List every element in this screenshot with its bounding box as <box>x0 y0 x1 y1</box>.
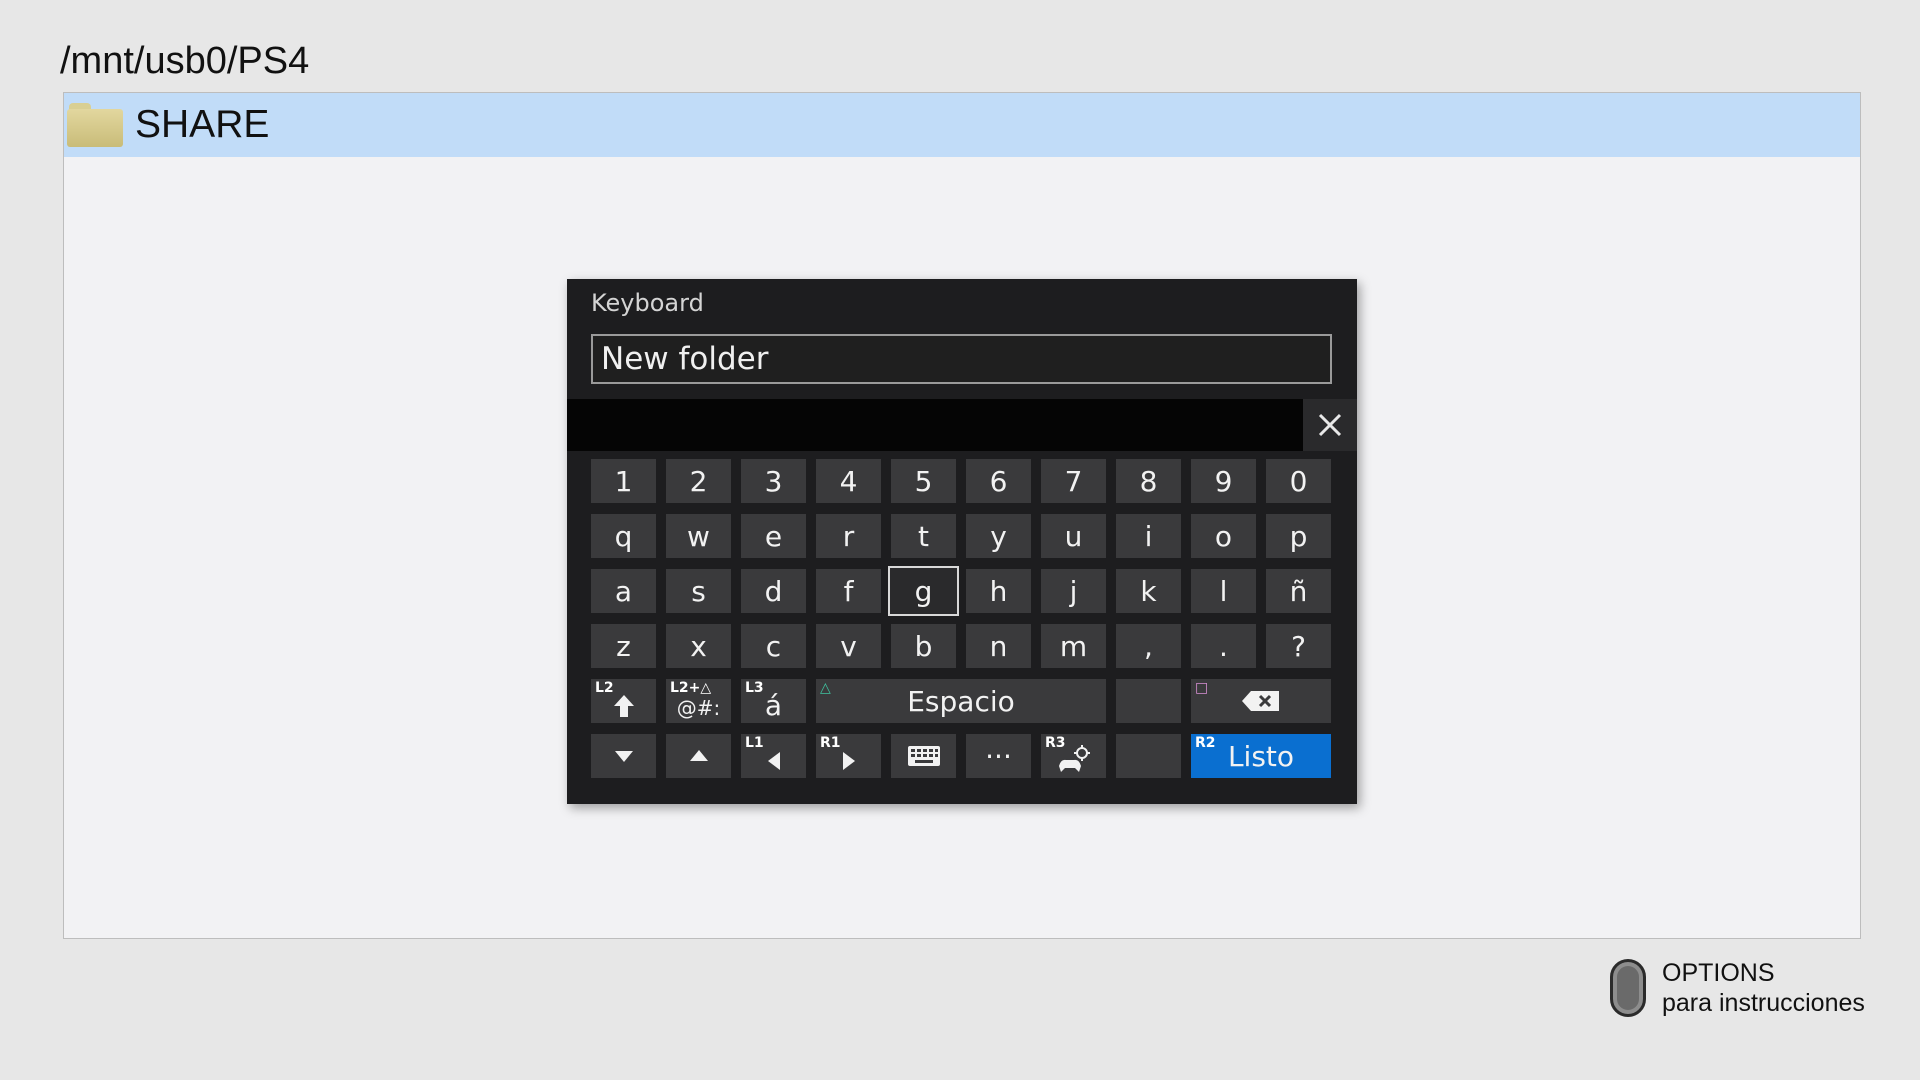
key-0-0[interactable]: 1 <box>591 459 656 503</box>
done-key[interactable]: R2 Listo <box>1191 734 1331 778</box>
key-2-1[interactable]: s <box>666 569 731 613</box>
folder-icon <box>67 103 123 147</box>
key-1-5[interactable]: y <box>966 514 1031 558</box>
suggestion-bar <box>567 399 1303 451</box>
close-button[interactable] <box>1303 399 1357 451</box>
key-3-5[interactable]: n <box>966 624 1031 668</box>
key-3-1[interactable]: x <box>666 624 731 668</box>
accent-key[interactable]: L3 á <box>741 679 806 723</box>
options-button-icon <box>1610 959 1646 1017</box>
cursor-right-key[interactable]: R1 <box>816 734 881 778</box>
key-0-5[interactable]: 6 <box>966 459 1031 503</box>
key-2-7[interactable]: k <box>1116 569 1181 613</box>
key-1-0[interactable]: q <box>591 514 656 558</box>
shift-badge: L2 <box>595 680 614 696</box>
keyboard-icon <box>907 746 940 766</box>
key-1-8[interactable]: o <box>1191 514 1256 558</box>
shift-icon <box>613 695 634 717</box>
key-1-1[interactable]: w <box>666 514 731 558</box>
pointer-badge: R3 <box>1045 735 1066 751</box>
file-name: SHARE <box>135 103 270 146</box>
triangle-icon: △ <box>820 680 831 696</box>
key-0-2[interactable]: 3 <box>741 459 806 503</box>
key-0-7[interactable]: 8 <box>1116 459 1181 503</box>
more-icon: ··· <box>985 739 1012 773</box>
backspace-icon <box>1242 691 1279 711</box>
arrow-up-icon <box>689 750 708 761</box>
arrow-up-key[interactable] <box>666 734 731 778</box>
more-key[interactable]: ··· <box>966 734 1031 778</box>
key-3-2[interactable]: c <box>741 624 806 668</box>
key-1-2[interactable]: e <box>741 514 806 558</box>
key-2-3[interactable]: f <box>816 569 881 613</box>
accent-label: á <box>764 688 783 722</box>
done-badge: R2 <box>1195 735 1216 751</box>
key-3-9[interactable]: ? <box>1266 624 1331 668</box>
keyboard-title: Keyboard <box>591 289 704 317</box>
key-3-8[interactable]: . <box>1191 624 1256 668</box>
blank-key-2[interactable] <box>1116 734 1181 778</box>
symbols-badge: L2+△ <box>670 680 712 696</box>
square-icon: □ <box>1195 680 1209 696</box>
current-path: /mnt/usb0/PS4 <box>60 40 310 82</box>
key-1-4[interactable]: t <box>891 514 956 558</box>
space-key[interactable]: △ Espacio <box>816 679 1106 723</box>
key-2-5[interactable]: h <box>966 569 1031 613</box>
symbols-key[interactable]: L2+△ @#: <box>666 679 731 723</box>
backspace-key[interactable]: □ <box>1191 679 1331 723</box>
key-0-4[interactable]: 5 <box>891 459 956 503</box>
key-3-4[interactable]: b <box>891 624 956 668</box>
options-line1: OPTIONS <box>1662 959 1775 987</box>
cursor-right-badge: R1 <box>820 735 841 751</box>
key-3-3[interactable]: v <box>816 624 881 668</box>
key-2-0[interactable]: a <box>591 569 656 613</box>
onscreen-keyboard: Keyboard L2 L2+△ @#: L3 á △ Espacio □ <box>567 279 1357 804</box>
key-0-3[interactable]: 4 <box>816 459 881 503</box>
arrow-down-key[interactable] <box>591 734 656 778</box>
accent-badge: L3 <box>745 680 764 696</box>
key-1-7[interactable]: i <box>1116 514 1181 558</box>
cursor-left-badge: L1 <box>745 735 764 751</box>
close-icon <box>1318 413 1342 437</box>
key-1-9[interactable]: p <box>1266 514 1331 558</box>
keyboard-text-input[interactable] <box>591 334 1332 384</box>
options-hint: OPTIONS para instrucciones <box>1610 958 1865 1018</box>
key-3-6[interactable]: m <box>1041 624 1106 668</box>
options-line2: para instrucciones <box>1662 989 1865 1017</box>
key-0-9[interactable]: 0 <box>1266 459 1331 503</box>
key-2-9[interactable]: ñ <box>1266 569 1331 613</box>
file-row-share[interactable]: SHARE <box>64 93 1860 157</box>
arrow-down-icon <box>614 751 633 762</box>
key-3-0[interactable]: z <box>591 624 656 668</box>
arrow-left-icon <box>767 752 780 770</box>
key-1-3[interactable]: r <box>816 514 881 558</box>
symbols-label: @#: <box>676 696 721 720</box>
key-2-6[interactable]: j <box>1041 569 1106 613</box>
blank-key[interactable] <box>1116 679 1181 723</box>
space-label: Espacio <box>907 684 1015 718</box>
key-2-2[interactable]: d <box>741 569 806 613</box>
shift-key[interactable]: L2 <box>591 679 656 723</box>
done-label: Listo <box>1227 739 1295 773</box>
key-2-4[interactable]: g <box>888 566 959 616</box>
key-3-7[interactable]: , <box>1116 624 1181 668</box>
key-0-6[interactable]: 7 <box>1041 459 1106 503</box>
pointer-key[interactable]: R3 <box>1041 734 1106 778</box>
arrow-right-icon <box>842 752 855 770</box>
key-0-8[interactable]: 9 <box>1191 459 1256 503</box>
key-2-8[interactable]: l <box>1191 569 1256 613</box>
key-0-1[interactable]: 2 <box>666 459 731 503</box>
key-1-6[interactable]: u <box>1041 514 1106 558</box>
keyboard-layout-key[interactable] <box>891 734 956 778</box>
cursor-left-key[interactable]: L1 <box>741 734 806 778</box>
